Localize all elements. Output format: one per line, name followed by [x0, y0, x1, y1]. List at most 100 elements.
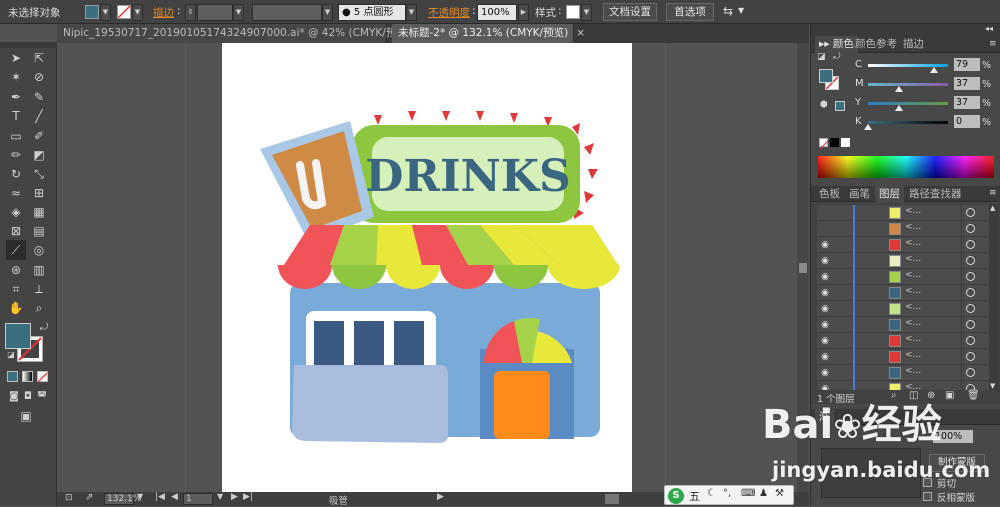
channel-y-slider[interactable] [868, 102, 948, 105]
tab-brushes[interactable]: 画笔 [845, 186, 874, 202]
scroll-up-icon[interactable]: ▲ [990, 204, 995, 212]
hand-tool-icon[interactable]: ✋ [6, 298, 26, 318]
layer-name[interactable]: <... [905, 254, 921, 264]
swap-icon[interactable]: ⤾ [833, 52, 841, 62]
target-circle-icon[interactable] [966, 272, 975, 281]
layer-name[interactable]: <... [905, 366, 921, 376]
layer-name[interactable]: <... [905, 302, 921, 312]
target-circle-icon[interactable] [966, 304, 975, 313]
scroll-down-icon[interactable]: ▼ [990, 382, 995, 390]
layer-name[interactable]: <... [905, 222, 921, 232]
layer-row[interactable]: ◉ <... [817, 333, 993, 349]
status-menu-icon[interactable]: ▶ [437, 492, 444, 502]
style-swatch[interactable] [566, 5, 580, 19]
panel-options-icon[interactable]: ≡ [989, 39, 997, 49]
prev-artboard-icon[interactable]: ◀ [171, 492, 178, 502]
target-circle-icon[interactable] [966, 288, 975, 297]
stroke-weight-stepper[interactable]: ⇕ [185, 4, 196, 21]
variable-width-profile[interactable] [252, 4, 322, 21]
selection-tool-icon[interactable]: ➤ [6, 48, 26, 68]
zoom-tool-icon[interactable]: ⌕ [29, 298, 49, 318]
layer-row[interactable]: ◉ <... [817, 317, 993, 333]
width-tool-icon[interactable]: ≈ [6, 183, 26, 203]
target-circle-icon[interactable] [966, 320, 975, 329]
visibility-eye-icon[interactable]: ◉ [820, 240, 830, 250]
default-colors-icon[interactable]: ◪ [1, 345, 21, 365]
mesh-tool-icon[interactable]: ⊠ [6, 221, 26, 241]
paintbrush-tool-icon[interactable]: ✐ [29, 126, 49, 146]
delete-layer-icon[interactable]: 🗑 [967, 390, 980, 401]
tab-pathfinder[interactable]: 路径查找器 [905, 186, 966, 202]
stroke-dropdown[interactable]: ▼ [132, 4, 143, 21]
black-swatch[interactable] [830, 138, 839, 147]
color-spectrum-bar[interactable] [818, 156, 994, 178]
gradient-tool-icon[interactable]: ▤ [29, 221, 49, 241]
out-of-gamut-icon[interactable]: ⬢ [820, 100, 828, 110]
hscroll-thumb[interactable] [605, 494, 619, 504]
target-circle-icon[interactable] [966, 352, 975, 361]
layers-scrollbar[interactable]: ▲ ▼ [989, 204, 999, 392]
close-icon[interactable]: × [576, 27, 585, 39]
target-circle-icon[interactable] [966, 224, 975, 233]
fill-swatch[interactable] [85, 5, 99, 19]
user-icon[interactable]: ♟ [759, 488, 768, 499]
panel-options-icon[interactable]: ≡ [989, 188, 997, 198]
channel-m-thumb[interactable] [895, 86, 903, 92]
curvature-tool-icon[interactable]: ✎ [29, 87, 49, 107]
new-layer-icon[interactable]: ▣ [945, 390, 954, 401]
last-artboard-icon[interactable]: ▶| [243, 492, 253, 502]
stroke-label[interactable]: 描边 [153, 5, 174, 20]
symbol-sprayer-tool-icon[interactable]: ⊛ [6, 260, 26, 280]
drinks-shop-artwork[interactable]: DRINKS [222, 43, 632, 493]
channel-k-slider[interactable] [868, 121, 948, 124]
visibility-eye-icon[interactable]: ◉ [820, 368, 830, 378]
fill-dropdown[interactable]: ▼ [100, 4, 111, 21]
visibility-eye-icon[interactable]: ◉ [820, 304, 830, 314]
blend-tool-icon[interactable]: ◎ [29, 240, 49, 260]
stroke-swatch[interactable] [117, 5, 131, 19]
visibility-eye-icon[interactable]: ◉ [820, 256, 830, 266]
visibility-eye-icon[interactable]: ◉ [820, 288, 830, 298]
target-circle-icon[interactable] [966, 368, 975, 377]
document-settings-button[interactable]: 文档设置 [603, 3, 657, 21]
ime-mode-label[interactable]: 五 [689, 488, 700, 504]
layer-name[interactable]: <... [905, 270, 921, 280]
magic-wand-tool-icon[interactable]: ✶ [6, 67, 26, 87]
arrange-documents-icon[interactable]: ⇆ [723, 4, 733, 18]
punctuation-icon[interactable]: °, [723, 488, 731, 499]
invert-mask-checkbox[interactable] [923, 492, 932, 501]
next-artboard-icon[interactable]: ▶ [231, 492, 238, 502]
tab-nipic-document[interactable]: Nipic_19530717_20190105174324907000.ai* … [57, 24, 428, 43]
target-circle-icon[interactable] [966, 256, 975, 265]
layer-row[interactable]: ◉ <... [817, 301, 993, 317]
first-artboard-icon[interactable]: |◀ [155, 492, 165, 502]
visibility-eye-icon[interactable]: ◉ [820, 272, 830, 282]
stroke-weight-dropdown[interactable]: ▼ [233, 4, 244, 21]
color-fill-front[interactable] [819, 69, 833, 83]
tab-untitled-2[interactable]: 未标题-2* @ 132.1% (CMYK/预览) × [392, 24, 585, 43]
tab-layers[interactable]: 图层 [875, 186, 904, 202]
default-icon[interactable]: ◪ [817, 52, 826, 62]
target-circle-icon[interactable] [966, 208, 975, 217]
panel-collapse-bar[interactable]: ◂◂ [811, 24, 1000, 36]
artboard-nav-icon[interactable]: ⊡ [65, 493, 73, 503]
layer-row[interactable]: ◉ <... [817, 237, 993, 253]
tab-swatches[interactable]: 色板 [815, 186, 844, 202]
keyboard-icon[interactable]: ⌨ [741, 488, 755, 499]
scale-tool-icon[interactable]: ⤡ [29, 164, 49, 184]
style-dropdown[interactable]: ▼ [581, 4, 592, 21]
screen-mode-icon[interactable]: ▣ [16, 406, 36, 426]
visibility-eye-icon[interactable]: ◉ [820, 352, 830, 362]
zoom-field[interactable]: 132.1% [104, 493, 141, 505]
pencil-tool-icon[interactable]: ✏ [6, 145, 26, 165]
layer-name[interactable]: <... [905, 206, 921, 216]
gradient-mode-icon[interactable] [22, 371, 33, 382]
layer-name[interactable]: <... [905, 334, 921, 344]
layer-row[interactable]: <... [817, 205, 993, 221]
artboard-number-field[interactable]: 1 [183, 493, 213, 505]
white-swatch[interactable] [841, 138, 850, 147]
perspective-grid-tool-icon[interactable]: ▦ [29, 202, 49, 222]
free-transform-tool-icon[interactable]: ⊞ [29, 183, 49, 203]
color-mode-icon[interactable] [7, 371, 18, 382]
layer-row[interactable]: <... [817, 221, 993, 237]
